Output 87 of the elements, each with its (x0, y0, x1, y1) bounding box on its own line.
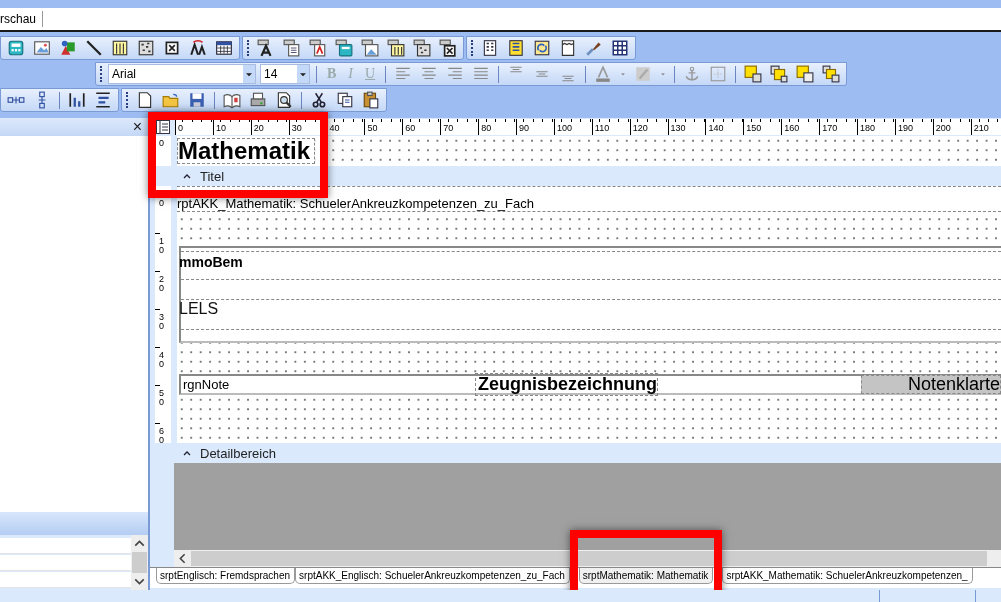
send-backward-icon[interactable] (822, 65, 841, 83)
print-preview-icon[interactable] (275, 91, 293, 109)
font-name: Arial (111, 67, 137, 81)
refresh-icon[interactable] (533, 39, 551, 57)
bar-align-icon[interactable] (68, 91, 86, 109)
pattern-icon[interactable] (137, 39, 155, 57)
columns-icon[interactable] (111, 39, 129, 57)
ruler-label: 100 (553, 119, 592, 135)
calculator-field-icon[interactable] (335, 39, 353, 57)
ruler-label: 210 (970, 119, 1001, 135)
pattern-field-icon[interactable] (413, 39, 431, 57)
font-size: 14 (263, 67, 279, 81)
font-dropdown[interactable]: Arial (108, 64, 256, 84)
scrollbar-thumb[interactable] (191, 551, 987, 566)
report-tab[interactable]: srptAKK_Englisch: SchuelerAnkreuzkompetenzen_zu_Fach (295, 568, 570, 584)
memo-field-icon[interactable] (283, 39, 301, 57)
ruler-label: 170 (819, 119, 858, 135)
new-document-icon[interactable] (136, 91, 154, 109)
ruler-label: 130 (667, 119, 706, 135)
ruler-label: 30 (288, 119, 327, 135)
copy-icon[interactable] (336, 91, 354, 109)
font-resize-icon[interactable] (189, 39, 207, 57)
picture-icon[interactable] (33, 39, 51, 57)
scrollbar-thumb[interactable] (132, 552, 147, 573)
cut-icon[interactable] (310, 91, 328, 109)
band-label: Detailbereich (200, 445, 276, 461)
memo-field[interactable]: mmoBem (179, 254, 243, 270)
report-tab[interactable]: srptEnglisch: Fremdsprachen (156, 568, 296, 584)
note-region[interactable]: rgnNote Zeugnisbezeichnung Notenklarte (179, 374, 1001, 395)
bring-front-icon[interactable] (744, 65, 763, 83)
paste-icon[interactable] (362, 91, 380, 109)
calculator-icon[interactable] (7, 39, 25, 57)
ruler-label: 180 (857, 119, 895, 135)
band-label: Titel (200, 168, 225, 184)
ruler-toggle-icon[interactable] (155, 119, 171, 135)
report-region[interactable]: mmoBem LELS (179, 246, 1001, 343)
report-title-field[interactable]: Mathematik (177, 138, 315, 164)
bring-forward-icon[interactable] (770, 65, 789, 83)
document-list-icon[interactable] (507, 39, 525, 57)
ruler-label: 150 (743, 119, 782, 135)
ruler-label: 90 (516, 119, 554, 135)
ruler-label: 0 (175, 119, 213, 135)
rich-text-field-icon[interactable] (309, 39, 327, 57)
document-tab[interactable]: rschau (0, 11, 44, 27)
ruler-label: 50 (364, 119, 403, 135)
checkbox-field-icon[interactable] (439, 39, 457, 57)
brush-icon[interactable] (585, 39, 603, 57)
highlight-color-icon[interactable] (634, 65, 653, 83)
ruler-label: 160 (781, 119, 820, 135)
font-size-dropdown[interactable]: 14 (260, 64, 310, 84)
line-icon[interactable] (85, 39, 103, 57)
checkbox-icon[interactable] (163, 39, 181, 57)
ruler-label: 120 (629, 119, 668, 135)
font-color-icon[interactable] (594, 65, 613, 83)
page-icon[interactable] (559, 39, 577, 57)
report-tab[interactable]: srptAKK_Mathematik: SchuelerAnkreuzkompetenzen_ (722, 568, 973, 584)
ruler-label: 70 (440, 119, 479, 135)
ruler-label: 200 (932, 119, 971, 135)
ruler-label: 110 (591, 119, 630, 135)
close-button[interactable]: × (126, 119, 148, 135)
picture-field-icon[interactable] (361, 39, 379, 57)
vertical-scrollbar[interactable] (131, 535, 148, 590)
send-back-icon[interactable] (796, 65, 815, 83)
horizontal-scrollbar[interactable] (174, 550, 1001, 567)
grid-icon[interactable] (611, 39, 629, 57)
print-icon[interactable] (249, 91, 267, 109)
table-icon[interactable] (215, 39, 233, 57)
lels-field[interactable]: LELS (179, 300, 219, 318)
ruler-label: 140 (705, 119, 744, 135)
list-icon[interactable] (481, 39, 499, 57)
ruler-label: 190 (894, 119, 933, 135)
open-folder-icon[interactable] (162, 91, 180, 109)
ruler-label: 20 (250, 119, 289, 135)
ruler-label: 40 (326, 119, 365, 135)
ruler-label: 10 (212, 119, 251, 135)
shapes-icon[interactable] (59, 39, 77, 57)
columns-field-icon[interactable] (387, 39, 405, 57)
report-text-field[interactable]: Zeugnisbezeichnung (475, 373, 658, 396)
ruler-label: 60 (402, 119, 441, 135)
book-icon[interactable] (223, 91, 241, 109)
region-label: rgnNote (182, 377, 231, 392)
grade-field[interactable]: Notenklarte (861, 375, 1001, 394)
ruler-label: 80 (478, 119, 516, 135)
report-tab[interactable]: srptMathematik: Mathematik (578, 568, 714, 584)
align-bars-icon[interactable] (94, 91, 112, 109)
save-icon[interactable] (188, 91, 206, 109)
subreport-field[interactable]: rptAKK_Mathematik: SchuelerAnkreuzkompetenzen_zu_Fach (177, 186, 1001, 212)
